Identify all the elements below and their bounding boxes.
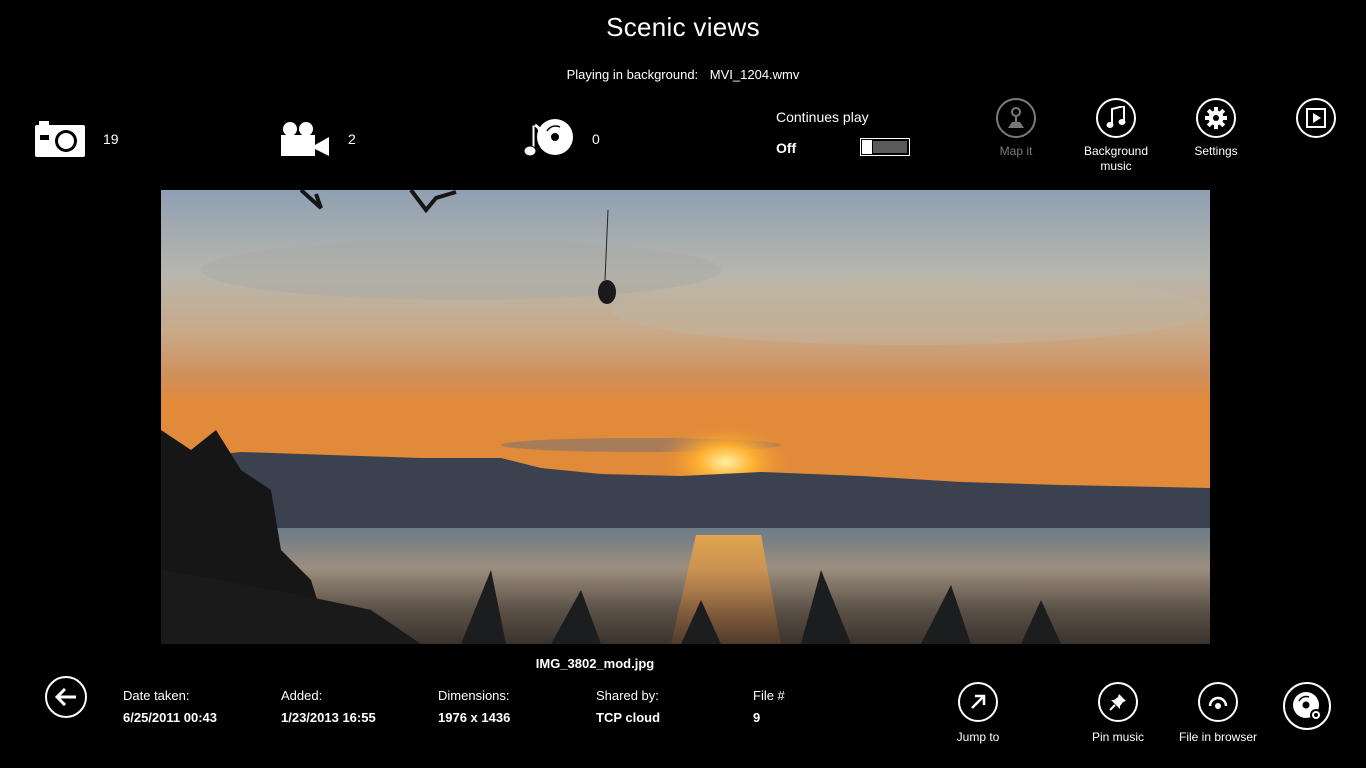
date-taken-value: 6/25/2011 00:43 bbox=[123, 710, 217, 725]
slideshow-button[interactable] bbox=[1271, 98, 1361, 138]
map-it-label: Map it bbox=[999, 144, 1033, 158]
jump-to-button[interactable]: Jump to bbox=[928, 682, 1028, 744]
now-playing-label: Playing in background: bbox=[566, 67, 699, 82]
photo-count-value: 19 bbox=[103, 131, 119, 147]
sunset-lake-photo bbox=[161, 190, 1210, 644]
added-label: Added: bbox=[281, 688, 323, 703]
photo-viewer[interactable] bbox=[161, 190, 1210, 644]
shared-by-value: TCP cloud bbox=[596, 710, 661, 725]
music-count[interactable]: 0 bbox=[524, 116, 600, 162]
file-in-browser-button[interactable]: File in browser bbox=[1168, 682, 1268, 744]
file-number-label: File # bbox=[753, 688, 785, 703]
file-number: File # 9 bbox=[753, 688, 785, 726]
file-number-value: 9 bbox=[753, 710, 761, 725]
photo-filename: IMG_3802_mod.jpg bbox=[535, 656, 655, 671]
continues-play-toggle[interactable] bbox=[860, 138, 910, 156]
photo-count[interactable]: 19 bbox=[35, 116, 119, 162]
settings-button[interactable]: Settings bbox=[1171, 98, 1261, 159]
added-value: 1/23/2013 16:55 bbox=[281, 710, 376, 725]
dimensions: Dimensions: 1976 x 1436 bbox=[438, 688, 510, 726]
back-button[interactable] bbox=[45, 676, 87, 718]
pin-icon bbox=[1109, 694, 1126, 711]
gear-icon bbox=[1205, 107, 1227, 129]
dimensions-label: Dimensions: bbox=[438, 688, 510, 703]
background-music-label: Background music bbox=[1083, 144, 1149, 173]
play-slideshow-icon bbox=[1306, 108, 1326, 128]
background-music-button[interactable]: Background music bbox=[1071, 98, 1161, 174]
jump-arrow-icon bbox=[971, 694, 986, 709]
settings-label: Settings bbox=[1194, 144, 1238, 158]
now-playing-file: MVI_1204.wmv bbox=[709, 67, 800, 82]
toggle-thumb bbox=[862, 140, 872, 154]
page-title: Scenic views bbox=[606, 12, 760, 42]
dimensions-value: 1976 x 1436 bbox=[438, 710, 511, 725]
toggle-track bbox=[873, 141, 907, 153]
jump-to-label: Jump to bbox=[956, 730, 1000, 744]
added-date: Added: 1/23/2013 16:55 bbox=[281, 688, 376, 726]
continues-play-label: Continues play bbox=[776, 109, 869, 125]
video-count[interactable]: 2 bbox=[280, 116, 356, 162]
music-count-value: 0 bbox=[592, 131, 600, 147]
shared-by: Shared by: TCP cloud bbox=[596, 688, 660, 726]
map-pin-icon bbox=[1008, 107, 1024, 128]
shared-by-label: Shared by: bbox=[596, 688, 659, 703]
camera-icon bbox=[35, 121, 85, 157]
music-note-icon bbox=[1106, 106, 1126, 128]
now-playing-status: Playing in background: MVI_1204.wmv bbox=[0, 67, 1366, 82]
music-disc-icon bbox=[524, 119, 573, 157]
browser-icon bbox=[1208, 696, 1228, 709]
disc-button[interactable] bbox=[1283, 682, 1331, 730]
date-taken-label: Date taken: bbox=[123, 688, 190, 703]
file-in-browser-label: File in browser bbox=[1178, 730, 1258, 744]
video-count-value: 2 bbox=[348, 131, 356, 147]
pin-music-button[interactable]: Pin music bbox=[1068, 682, 1168, 744]
continues-play-state: Off bbox=[776, 140, 797, 156]
date-taken: Date taken: 6/25/2011 00:43 bbox=[123, 688, 217, 726]
back-arrow-icon bbox=[55, 688, 76, 706]
pin-music-label: Pin music bbox=[1091, 730, 1144, 744]
video-camera-icon bbox=[281, 122, 329, 156]
disc-icon bbox=[1293, 692, 1322, 721]
map-it-button[interactable]: Map it bbox=[971, 98, 1061, 159]
